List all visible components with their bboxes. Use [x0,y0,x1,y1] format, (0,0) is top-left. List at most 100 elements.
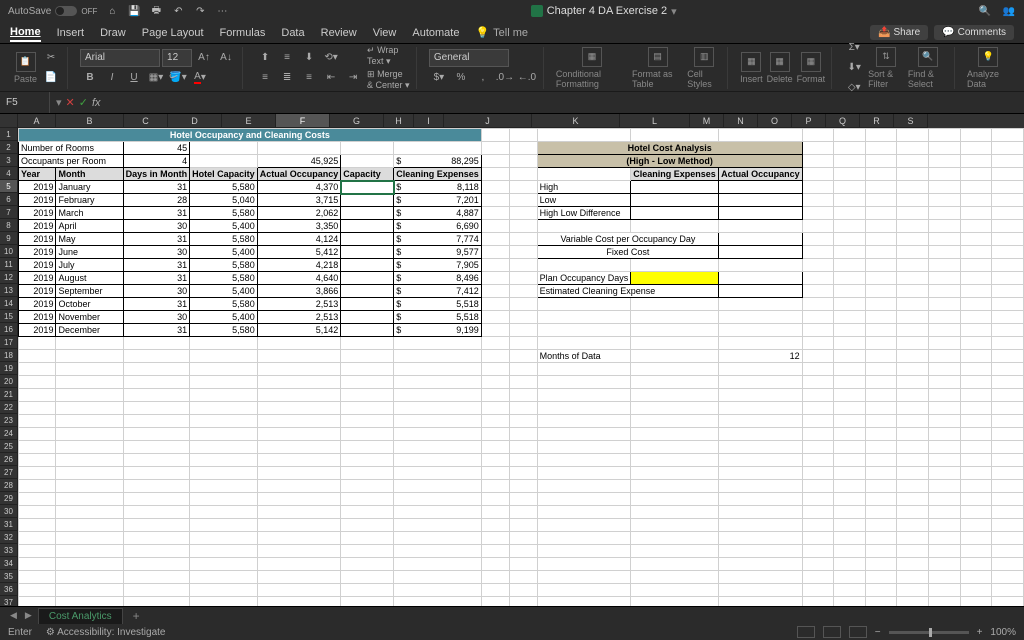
add-sheet-icon[interactable]: + [127,609,146,623]
format-cells-button[interactable]: ▦Format [797,52,826,84]
save-icon[interactable]: 💾 [127,6,141,17]
col-H[interactable]: H [384,114,414,128]
row-28[interactable]: 28 [0,479,18,492]
row-19[interactable]: 19 [0,362,18,375]
col-O[interactable]: O [758,114,792,128]
tab-data[interactable]: Data [281,25,304,41]
row-7[interactable]: 7 [0,206,18,219]
italic-icon[interactable]: I [102,69,122,87]
col-P[interactable]: P [792,114,826,128]
percent-icon[interactable]: % [451,69,471,87]
wrap-text-button[interactable]: ↵ Wrap Text ▾ [367,45,410,67]
tab-view[interactable]: View [373,25,397,41]
decrease-font-icon[interactable]: A↓ [216,49,236,67]
row-22[interactable]: 22 [0,401,18,414]
tab-home[interactable]: Home [10,24,41,42]
sort-filter-button[interactable]: ⇅Sort & Filter [868,47,904,89]
zoom-slider[interactable] [889,631,969,634]
delete-cells-button[interactable]: ▦Delete [767,52,793,84]
align-middle-icon[interactable]: ≡ [277,49,297,67]
row-31[interactable]: 31 [0,518,18,531]
increase-decimal-icon[interactable]: .0→ [495,69,515,87]
borders-icon[interactable]: ▦▾ [146,69,166,87]
undo-icon[interactable]: ↶ [171,6,185,17]
insert-cells-button[interactable]: ▦Insert [740,52,763,84]
row-21[interactable]: 21 [0,388,18,401]
row-2[interactable]: 2 [0,141,18,154]
row-27[interactable]: 27 [0,466,18,479]
paste-button[interactable]: 📋Paste [14,52,37,84]
cancel-icon[interactable]: ✕ [66,96,75,109]
analyze-data-button[interactable]: 💡Analyze Data [967,47,1010,89]
col-G[interactable]: G [330,114,384,128]
print-icon[interactable]: 🖶 [149,3,163,20]
fill-icon[interactable]: ⬇▾ [844,59,864,77]
col-F[interactable]: F [276,114,330,128]
row-9[interactable]: 9 [0,232,18,245]
search-icon[interactable]: 🔍 [978,6,992,17]
increase-font-icon[interactable]: A↑ [194,49,214,67]
row-1[interactable]: 1 [0,128,18,141]
select-all-corner[interactable] [0,114,18,128]
share-button[interactable]: 📤 Share [870,25,928,40]
underline-icon[interactable]: U [124,69,144,87]
sheet-nav-next-icon[interactable]: ▶ [23,610,34,621]
tab-automate[interactable]: Automate [412,25,459,41]
row-36[interactable]: 36 [0,583,18,596]
comments-button[interactable]: 💬 Comments [934,25,1014,40]
orientation-icon[interactable]: ⟲▾ [321,49,341,67]
row-24[interactable]: 24 [0,427,18,440]
row-18[interactable]: 18 [0,349,18,362]
col-C[interactable]: C [124,114,168,128]
align-top-icon[interactable]: ⬆ [255,49,275,67]
clear-icon[interactable]: ◇▾ [844,79,864,97]
row-16[interactable]: 16 [0,323,18,336]
row-10[interactable]: 10 [0,245,18,258]
row-30[interactable]: 30 [0,505,18,518]
share-icon[interactable]: 👥 [1002,6,1016,17]
tell-me[interactable]: 💡 Tell me [475,26,528,39]
row-6[interactable]: 6 [0,193,18,206]
align-center-icon[interactable]: ≣ [277,69,297,87]
row-20[interactable]: 20 [0,375,18,388]
align-bottom-icon[interactable]: ⬇ [299,49,319,67]
cut-icon[interactable]: ✂ [41,49,61,67]
page-layout-view-icon[interactable] [823,626,841,638]
home-icon[interactable]: ⌂ [105,6,119,17]
col-K[interactable]: K [532,114,620,128]
zoom-out-icon[interactable]: − [875,627,881,638]
copy-icon[interactable]: 📄 [41,69,61,87]
tab-formulas[interactable]: Formulas [220,25,266,41]
row-14[interactable]: 14 [0,297,18,310]
font-name[interactable] [80,49,160,67]
formula-input[interactable] [107,97,1024,108]
decrease-decimal-icon[interactable]: ←.0 [517,69,537,87]
currency-icon[interactable]: $▾ [429,69,449,87]
grid[interactable]: A B C D E F G H I J K L M N O P Q R S 12… [0,114,1024,606]
accessibility-status[interactable]: ⚙ Accessibility: Investigate [46,627,166,638]
align-right-icon[interactable]: ≡ [299,69,319,87]
row-35[interactable]: 35 [0,570,18,583]
col-E[interactable]: E [222,114,276,128]
col-B[interactable]: B [56,114,124,128]
autosave[interactable]: AutoSave OFF [8,6,97,17]
row-33[interactable]: 33 [0,544,18,557]
namebox-dropdown-icon[interactable]: ▾ [56,96,62,109]
row-5[interactable]: 5 [0,180,18,193]
col-A[interactable]: A [18,114,56,128]
col-M[interactable]: M [690,114,724,128]
row-15[interactable]: 15 [0,310,18,323]
col-Q[interactable]: Q [826,114,860,128]
col-J[interactable]: J [444,114,532,128]
row-13[interactable]: 13 [0,284,18,297]
tab-review[interactable]: Review [321,25,357,41]
comma-icon[interactable]: , [473,69,493,87]
find-select-button[interactable]: 🔍Find & Select [908,47,948,89]
document-title[interactable]: Chapter 4 DA Exercise 2 ▾ [237,5,970,18]
tab-page-layout[interactable]: Page Layout [142,25,204,41]
row-25[interactable]: 25 [0,440,18,453]
row-23[interactable]: 23 [0,414,18,427]
col-D[interactable]: D [168,114,222,128]
row-29[interactable]: 29 [0,492,18,505]
row-3[interactable]: 3 [0,154,18,167]
